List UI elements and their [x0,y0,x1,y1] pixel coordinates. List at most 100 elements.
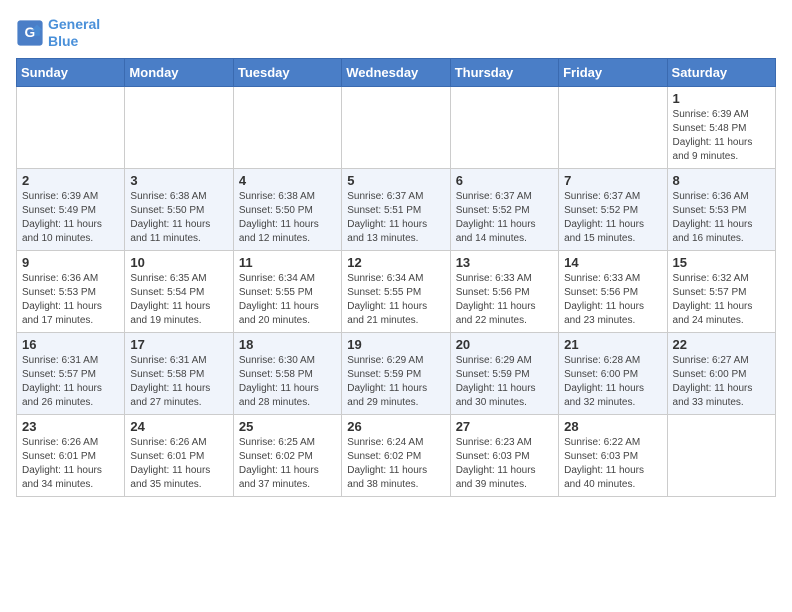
day-info: Sunrise: 6:39 AM Sunset: 5:49 PM Dayligh… [22,190,119,246]
day-info: Sunrise: 6:25 AM Sunset: 6:02 PM Dayligh… [239,436,336,492]
day-info: Sunrise: 6:31 AM Sunset: 5:58 PM Dayligh… [130,354,227,410]
page-header: G General Blue [16,16,776,50]
calendar-cell: 26 Sunrise: 6:24 AM Sunset: 6:02 PM Dayli… [342,414,450,496]
day-info: Sunrise: 6:34 AM Sunset: 5:55 PM Dayligh… [239,272,336,328]
calendar-week-row: 16 Sunrise: 6:31 AM Sunset: 5:57 PM Dayli… [17,332,776,414]
day-number: 12 [347,255,444,270]
calendar-cell: 19Sunrise: 6:29 AM Sunset: 5:59 PM Dayli… [342,332,450,414]
calendar-cell [450,86,558,168]
day-info: Sunrise: 6:34 AM Sunset: 5:55 PM Dayligh… [347,272,444,328]
day-info: Sunrise: 6:36 AM Sunset: 5:53 PM Dayligh… [22,272,119,328]
day-number: 5 [347,173,444,188]
day-number: 23 [22,419,119,434]
calendar-cell: 14 Sunrise: 6:33 AM Sunset: 5:56 PM Dayli… [559,250,667,332]
day-info: Sunrise: 6:29 AM Sunset: 5:59 PM Dayligh… [347,354,444,410]
calendar-cell: 24 Sunrise: 6:26 AM Sunset: 6:01 PM Dayli… [125,414,233,496]
day-info: Sunrise: 6:37 AM Sunset: 5:51 PM Dayligh… [347,190,444,246]
day-info: Sunrise: 6:39 AM Sunset: 5:48 PM Dayligh… [673,108,770,164]
day-info: Sunrise: 6:33 AM Sunset: 5:56 PM Dayligh… [564,272,661,328]
calendar-cell: 23 Sunrise: 6:26 AM Sunset: 6:01 PM Dayli… [17,414,125,496]
calendar-header-row: SundayMondayTuesdayWednesdayThursdayFrid… [17,58,776,86]
calendar-table: SundayMondayTuesdayWednesdayThursdayFrid… [16,58,776,497]
day-info: Sunrise: 6:32 AM Sunset: 5:57 PM Dayligh… [673,272,770,328]
svg-text:G: G [25,24,36,40]
day-number: 9 [22,255,119,270]
calendar-cell: 17Sunrise: 6:31 AM Sunset: 5:58 PM Dayli… [125,332,233,414]
logo: G General Blue [16,16,100,50]
logo-text: General Blue [48,16,100,50]
day-number: 14 [564,255,661,270]
day-number: 27 [456,419,553,434]
header-thursday: Thursday [450,58,558,86]
calendar-cell: 25 Sunrise: 6:25 AM Sunset: 6:02 PM Dayli… [233,414,341,496]
calendar-cell: 20Sunrise: 6:29 AM Sunset: 5:59 PM Dayli… [450,332,558,414]
day-number: 3 [130,173,227,188]
day-number: 22 [673,337,770,352]
calendar-cell: 3 Sunrise: 6:38 AM Sunset: 5:50 PM Daylig… [125,168,233,250]
day-number: 8 [673,173,770,188]
day-number: 28 [564,419,661,434]
header-friday: Friday [559,58,667,86]
calendar-cell [233,86,341,168]
day-number: 1 [673,91,770,106]
calendar-cell: 6 Sunrise: 6:37 AM Sunset: 5:52 PM Daylig… [450,168,558,250]
calendar-cell: 21 Sunrise: 6:28 AM Sunset: 6:00 PM Dayli… [559,332,667,414]
calendar-cell: 13Sunrise: 6:33 AM Sunset: 5:56 PM Dayli… [450,250,558,332]
calendar-cell: 11 Sunrise: 6:34 AM Sunset: 5:55 PM Dayli… [233,250,341,332]
day-number: 2 [22,173,119,188]
calendar-cell: 5 Sunrise: 6:37 AM Sunset: 5:51 PM Daylig… [342,168,450,250]
day-number: 15 [673,255,770,270]
day-number: 11 [239,255,336,270]
day-info: Sunrise: 6:26 AM Sunset: 6:01 PM Dayligh… [22,436,119,492]
day-info: Sunrise: 6:38 AM Sunset: 5:50 PM Dayligh… [239,190,336,246]
calendar-cell: 28 Sunrise: 6:22 AM Sunset: 6:03 PM Dayli… [559,414,667,496]
calendar-cell: 8Sunrise: 6:36 AM Sunset: 5:53 PM Daylig… [667,168,775,250]
day-info: Sunrise: 6:28 AM Sunset: 6:00 PM Dayligh… [564,354,661,410]
calendar-week-row: 23 Sunrise: 6:26 AM Sunset: 6:01 PM Dayli… [17,414,776,496]
day-info: Sunrise: 6:27 AM Sunset: 6:00 PM Dayligh… [673,354,770,410]
calendar-cell: 18 Sunrise: 6:30 AM Sunset: 5:58 PM Dayli… [233,332,341,414]
day-info: Sunrise: 6:37 AM Sunset: 5:52 PM Dayligh… [564,190,661,246]
calendar-cell: 10 Sunrise: 6:35 AM Sunset: 5:54 PM Dayli… [125,250,233,332]
day-info: Sunrise: 6:26 AM Sunset: 6:01 PM Dayligh… [130,436,227,492]
day-number: 21 [564,337,661,352]
day-number: 24 [130,419,227,434]
header-tuesday: Tuesday [233,58,341,86]
day-number: 18 [239,337,336,352]
day-info: Sunrise: 6:35 AM Sunset: 5:54 PM Dayligh… [130,272,227,328]
calendar-week-row: 2 Sunrise: 6:39 AM Sunset: 5:49 PM Daylig… [17,168,776,250]
calendar-cell [342,86,450,168]
calendar-week-row: 9 Sunrise: 6:36 AM Sunset: 5:53 PM Daylig… [17,250,776,332]
day-number: 13 [456,255,553,270]
day-number: 25 [239,419,336,434]
calendar-cell: 16 Sunrise: 6:31 AM Sunset: 5:57 PM Dayli… [17,332,125,414]
day-number: 4 [239,173,336,188]
day-info: Sunrise: 6:29 AM Sunset: 5:59 PM Dayligh… [456,354,553,410]
calendar-cell [667,414,775,496]
day-info: Sunrise: 6:24 AM Sunset: 6:02 PM Dayligh… [347,436,444,492]
day-number: 7 [564,173,661,188]
day-info: Sunrise: 6:31 AM Sunset: 5:57 PM Dayligh… [22,354,119,410]
calendar-cell: 7 Sunrise: 6:37 AM Sunset: 5:52 PM Daylig… [559,168,667,250]
day-info: Sunrise: 6:38 AM Sunset: 5:50 PM Dayligh… [130,190,227,246]
calendar-cell [17,86,125,168]
calendar-cell [125,86,233,168]
calendar-cell [559,86,667,168]
calendar-cell: 22 Sunrise: 6:27 AM Sunset: 6:00 PM Dayli… [667,332,775,414]
day-number: 6 [456,173,553,188]
day-number: 16 [22,337,119,352]
calendar-cell: 2 Sunrise: 6:39 AM Sunset: 5:49 PM Daylig… [17,168,125,250]
day-info: Sunrise: 6:22 AM Sunset: 6:03 PM Dayligh… [564,436,661,492]
header-saturday: Saturday [667,58,775,86]
calendar-cell: 27 Sunrise: 6:23 AM Sunset: 6:03 PM Dayli… [450,414,558,496]
day-number: 10 [130,255,227,270]
header-wednesday: Wednesday [342,58,450,86]
header-sunday: Sunday [17,58,125,86]
day-info: Sunrise: 6:23 AM Sunset: 6:03 PM Dayligh… [456,436,553,492]
day-number: 26 [347,419,444,434]
day-info: Sunrise: 6:37 AM Sunset: 5:52 PM Dayligh… [456,190,553,246]
calendar-cell: 15 Sunrise: 6:32 AM Sunset: 5:57 PM Dayli… [667,250,775,332]
logo-icon: G [16,19,44,47]
calendar-cell: 1 Sunrise: 6:39 AM Sunset: 5:48 PM Daylig… [667,86,775,168]
day-info: Sunrise: 6:30 AM Sunset: 5:58 PM Dayligh… [239,354,336,410]
